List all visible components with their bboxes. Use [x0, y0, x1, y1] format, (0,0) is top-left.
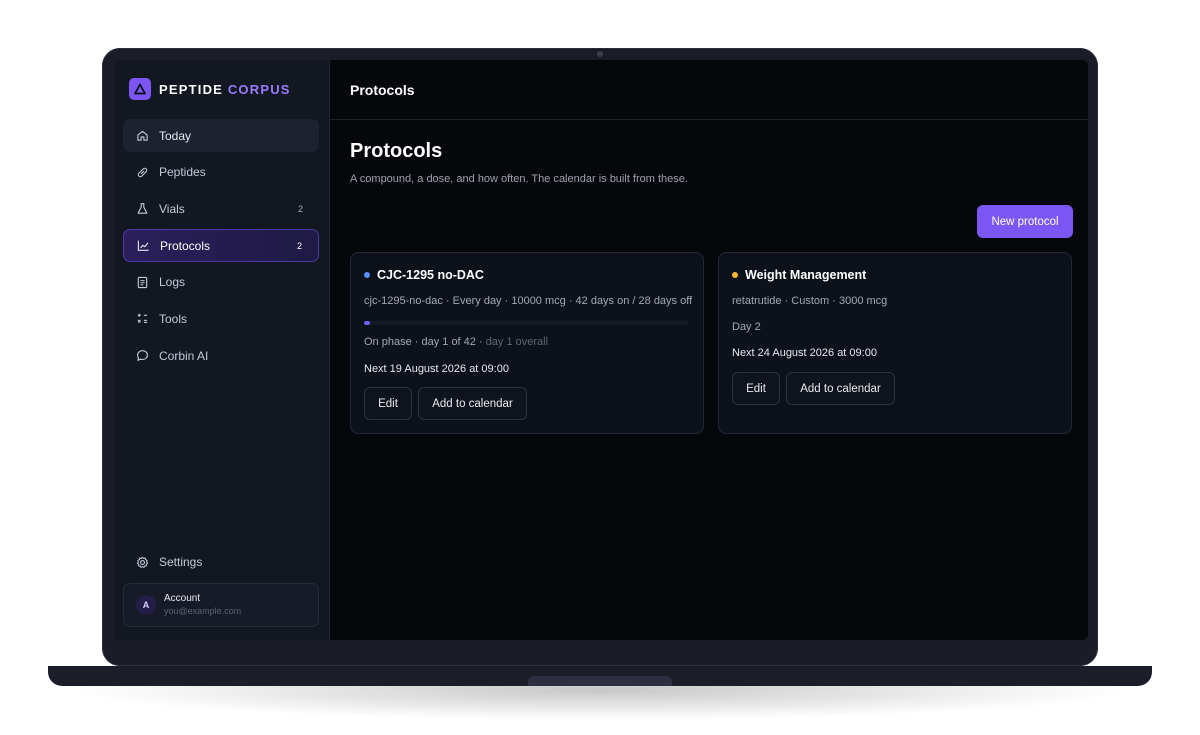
chart-icon — [136, 239, 150, 253]
sidebar-item-label: Vials — [159, 201, 185, 216]
status-dot — [364, 272, 370, 278]
home-icon — [135, 129, 149, 143]
sidebar-item-label: Today — [159, 128, 192, 143]
sidebar-item-tools[interactable]: Tools — [123, 302, 319, 335]
sidebar-item-protocols[interactable]: Protocols 2 — [123, 229, 319, 263]
top-bar: Protocols — [330, 60, 1088, 120]
laptop-base-notch — [528, 676, 672, 686]
sidebar-nav: Today Peptides Vials 2 Protocols 2 Logs … — [123, 119, 319, 376]
brand-name: PEPTIDE CORPUS — [159, 82, 291, 97]
phase-overall: day 1 overall — [485, 336, 549, 348]
settings-label: Settings — [159, 555, 203, 569]
protocol-summary: retatrutide · Custom · 3000 mcg — [732, 295, 888, 307]
sidebar-item-peptides[interactable]: Peptides — [123, 156, 319, 189]
avatar: A — [136, 595, 156, 615]
next-dose: Next 24 August 2026 at 09:00 — [732, 347, 877, 359]
sidebar-item-corbin-ai[interactable]: Corbin AI — [123, 339, 319, 372]
vials-count-badge: 2 — [297, 203, 303, 214]
edit-button[interactable]: Edit — [732, 372, 780, 405]
app-screen: PEPTIDE CORPUS Today Peptides Vials 2 Pr… — [114, 60, 1088, 640]
gear-icon — [135, 555, 149, 569]
phase-progress-bar — [364, 321, 688, 325]
chat-icon — [135, 349, 149, 363]
status-dot — [732, 272, 738, 278]
sidebar-item-today[interactable]: Today — [123, 119, 319, 152]
topbar-title: Protocols — [350, 81, 415, 98]
triangle-logo-icon — [129, 78, 151, 100]
brand-primary: PEPTIDE — [159, 81, 224, 97]
sidebar-item-label: Protocols — [160, 238, 211, 253]
pill-icon — [135, 165, 149, 179]
sidebar-item-label: Logs — [159, 275, 186, 290]
account-name: Account — [164, 593, 201, 604]
phase-text: On phase · day 1 of 42 · — [364, 336, 486, 348]
document-icon — [135, 275, 149, 289]
sidebar-item-vials[interactable]: Vials 2 — [123, 192, 319, 225]
edit-button[interactable]: Edit — [364, 387, 412, 420]
brand[interactable]: PEPTIDE CORPUS — [129, 78, 291, 100]
add-to-calendar-button[interactable]: Add to calendar — [786, 372, 895, 405]
day-status: Day 2 — [732, 321, 761, 333]
sidebar-item-label: Peptides — [159, 165, 206, 180]
account-card[interactable]: A Account you@example.com — [123, 583, 319, 627]
protocols-count-badge: 2 — [296, 240, 302, 251]
protocol-summary: cjc-1295-no-dac · Every day · 10000 mcg … — [364, 295, 693, 307]
phase-progress-fill — [364, 321, 371, 325]
flask-icon — [135, 202, 149, 216]
camera-dot — [597, 51, 603, 57]
page-subtitle: A compound, a dose, and how often. The c… — [350, 173, 688, 185]
phase-status: On phase · day 1 of 42 · day 1 overall — [364, 336, 548, 348]
sidebar-item-label: Tools — [159, 311, 188, 326]
protocol-title: CJC-1295 no-DAC — [377, 268, 484, 282]
next-dose: Next 19 August 2026 at 09:00 — [364, 363, 509, 375]
protocol-card: CJC-1295 no-DAC cjc-1295-no-dac · Every … — [350, 252, 704, 434]
calculator-icon — [135, 312, 149, 326]
protocol-title: Weight Management — [745, 268, 867, 282]
page-title: Protocols — [350, 140, 443, 162]
sidebar-item-logs[interactable]: Logs — [123, 266, 319, 299]
new-protocol-button[interactable]: New protocol — [977, 205, 1073, 238]
sidebar-item-label: Corbin AI — [159, 348, 209, 363]
sidebar-item-settings[interactable]: Settings — [123, 546, 319, 578]
brand-accent: CORPUS — [227, 81, 291, 97]
protocol-card: Weight Management retatrutide · Custom ·… — [718, 252, 1072, 434]
add-to-calendar-button[interactable]: Add to calendar — [418, 387, 527, 420]
sidebar: PEPTIDE CORPUS Today Peptides Vials 2 Pr… — [114, 60, 330, 640]
account-email: you@example.com — [164, 606, 242, 616]
